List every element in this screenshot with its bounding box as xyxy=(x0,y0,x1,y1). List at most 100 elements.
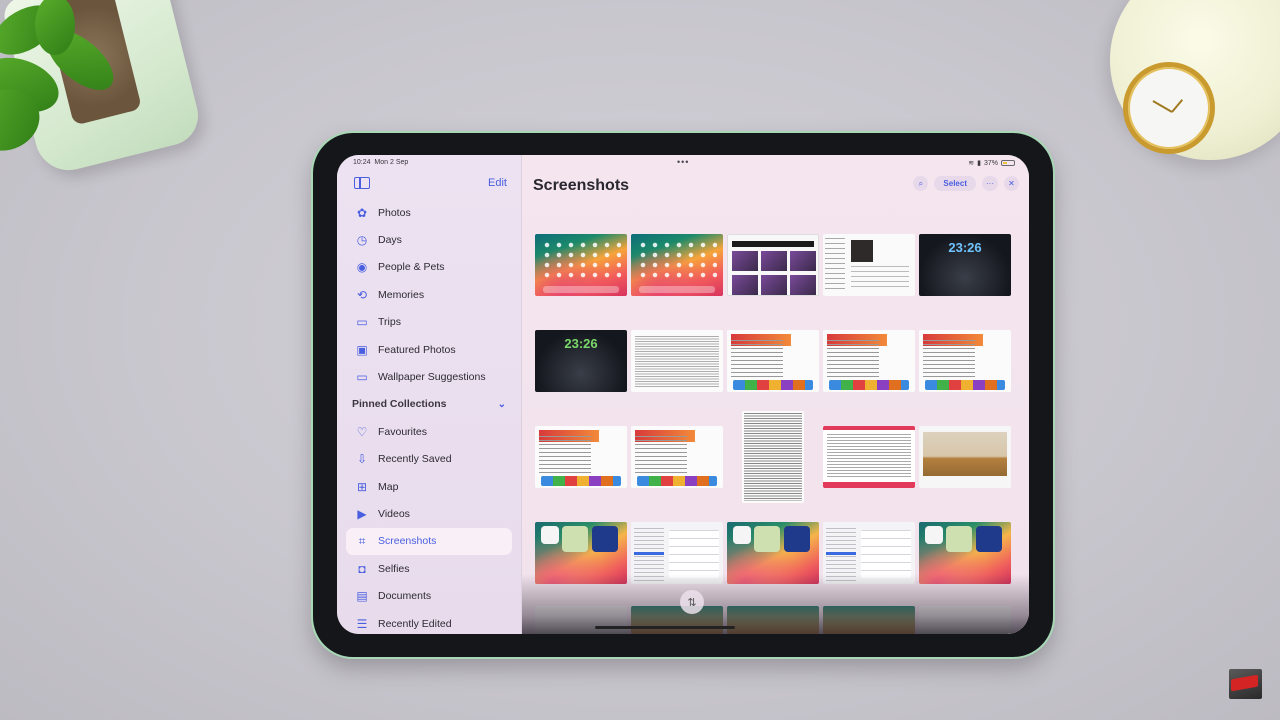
dock xyxy=(543,286,619,293)
channel-logo xyxy=(1229,669,1262,699)
sidebar-item-label: Photos xyxy=(378,206,411,219)
page-title: Screenshots xyxy=(533,177,630,194)
home-indicator[interactable] xyxy=(595,626,735,629)
photo-icon: ▣ xyxy=(356,342,368,357)
screenshot-thumbnail[interactable]: 23:26 xyxy=(919,234,1011,296)
sidebar-item-trips[interactable]: ▭ Trips xyxy=(346,309,512,336)
selfie-person-icon: ◘ xyxy=(358,561,366,576)
succulent-plant-decoration xyxy=(0,0,210,190)
close-icon: ✕ xyxy=(1008,179,1015,188)
suitcase-icon: ▭ xyxy=(356,315,368,330)
thumbnail-cell xyxy=(823,313,915,409)
toolbar: ⌕ Select ··· ✕ xyxy=(913,176,1019,191)
sidebar: Edit ✿ Photos ◷ Days ◉ People & Pets ⟲ Memories… xyxy=(337,155,522,634)
sidebar-item-label: Trips xyxy=(378,316,401,329)
sidebar-nav: ✿ Photos ◷ Days ◉ People & Pets ⟲ Memories ▭ Trip… xyxy=(346,199,512,634)
sidebar-item-memories[interactable]: ⟲ Memories xyxy=(346,281,512,308)
status-bar-time: 10:24 Mon 2 Sep xyxy=(353,159,408,166)
sidebar-item-favourites[interactable]: ♡ Favourites xyxy=(346,418,512,445)
screenshot-thumbnail[interactable] xyxy=(742,411,804,503)
sort-button[interactable]: ⇅ xyxy=(680,590,704,614)
thumbnail-cell xyxy=(919,409,1011,505)
section-header-label: Pinned Collections xyxy=(352,398,447,411)
more-button[interactable]: ··· xyxy=(982,176,998,191)
sidebar-toggle-icon[interactable] xyxy=(354,177,370,189)
sidebar-item-label: Screenshots xyxy=(378,535,437,548)
screenshots-collection: Screenshots ⌕ Select ··· ✕ 23:26 23:26 ⇅ xyxy=(522,155,1029,634)
screenshot-thumbnail[interactable] xyxy=(727,330,819,392)
bottom-fade xyxy=(522,574,1029,634)
close-button[interactable]: ✕ xyxy=(1004,176,1019,191)
dock xyxy=(639,286,715,293)
sidebar-item-photos[interactable]: ✿ Photos xyxy=(346,199,512,226)
person-circle-icon: ◉ xyxy=(356,260,368,275)
thumbnail-cell xyxy=(823,409,915,505)
signal-icon: ▮ xyxy=(977,160,981,167)
sidebar-item-featured-photos[interactable]: ▣ Featured Photos xyxy=(346,336,512,363)
heart-icon: ♡ xyxy=(356,424,368,439)
app-icons xyxy=(541,240,621,280)
battery-percent: 37% xyxy=(983,159,998,167)
multitasking-menu-icon[interactable]: ••• xyxy=(677,157,689,167)
select-button[interactable]: Select xyxy=(934,176,976,191)
memories-play-icon: ⟲ xyxy=(356,287,368,302)
sidebar-item-label: Recently Saved xyxy=(378,453,452,466)
sidebar-item-label: Featured Photos xyxy=(378,343,456,356)
chevron-down-icon[interactable]: ⌄ xyxy=(498,399,506,410)
display-icon: ▭ xyxy=(356,370,368,385)
thumbnail-cell xyxy=(727,217,819,313)
time-text: 10:24 xyxy=(353,159,371,166)
sidebar-item-label: People & Pets xyxy=(378,261,445,274)
sidebar-item-map[interactable]: ⊞ Map xyxy=(346,473,512,500)
screenshot-thumbnail[interactable] xyxy=(823,234,915,296)
pinned-collections-header[interactable]: Pinned Collections ⌄ xyxy=(346,391,512,418)
thumbnail-cell xyxy=(727,313,819,409)
document-icon: ▤ xyxy=(356,589,368,604)
ipad-device: 10:24 Mon 2 Sep ••• ≋ ▮ 37% Edit ✿ Photos… xyxy=(313,133,1053,657)
thumbnail-clock-text: 23:26 xyxy=(948,240,982,255)
screenshot-thumbnail[interactable] xyxy=(535,234,627,296)
sidebar-item-screenshots[interactable]: ⌗ Screenshots xyxy=(346,527,512,556)
thumbnail-cell xyxy=(727,409,819,505)
screenshot-thumbnail[interactable]: 23:26 xyxy=(535,330,627,392)
thumbnail-cell xyxy=(631,409,723,505)
screenshot-thumbnail[interactable] xyxy=(823,426,915,488)
search-button[interactable]: ⌕ xyxy=(913,176,929,191)
thumbnail-cell xyxy=(631,313,723,409)
screenshot-thumbnail[interactable] xyxy=(631,426,723,488)
sidebar-item-days[interactable]: ◷ Days xyxy=(346,226,512,253)
sidebar-item-wallpaper-suggestions[interactable]: ▭ Wallpaper Suggestions xyxy=(346,363,512,390)
red-key-icon xyxy=(1231,674,1258,692)
screenshot-thumbnail[interactable] xyxy=(727,234,819,296)
sidebar-item-label: Wallpaper Suggestions xyxy=(378,371,486,384)
sidebar-item-recently-edited[interactable]: ☰ Recently Edited xyxy=(346,610,512,634)
thumbnail-cell: 23:26 xyxy=(535,313,627,409)
clock-face xyxy=(1123,62,1215,154)
screenshot-thumbnail[interactable] xyxy=(631,234,723,296)
screenshot-thumbnail[interactable] xyxy=(919,426,1011,488)
screenshot-camera-icon: ⌗ xyxy=(358,533,366,548)
photos-flower-icon: ✿ xyxy=(356,205,368,220)
screenshot-thumbnail[interactable] xyxy=(823,330,915,392)
sidebar-item-label: Favourites xyxy=(378,425,428,438)
sidebar-item-label: Recently Edited xyxy=(378,617,452,630)
screenshot-thumbnail[interactable] xyxy=(631,330,723,392)
sidebar-item-people-pets[interactable]: ◉ People & Pets xyxy=(346,254,512,281)
thumbnail-clock-text: 23:26 xyxy=(564,336,598,351)
battery-icon xyxy=(1001,160,1015,166)
sidebar-item-label: Selfies xyxy=(378,562,410,575)
edit-button[interactable]: Edit xyxy=(488,177,507,189)
screenshot-thumbnail[interactable] xyxy=(919,330,1011,392)
sidebar-item-recently-saved[interactable]: ⇩ Recently Saved xyxy=(346,446,512,473)
sidebar-item-label: Days xyxy=(378,234,402,247)
ellipsis-icon: ··· xyxy=(986,179,994,188)
sidebar-item-documents[interactable]: ▤ Documents xyxy=(346,582,512,609)
sidebar-item-label: Map xyxy=(378,480,399,493)
sidebar-item-videos[interactable]: ▶ Videos xyxy=(346,500,512,527)
sidebar-item-label: Documents xyxy=(378,590,432,603)
sidebar-item-selfies[interactable]: ◘ Selfies xyxy=(346,555,512,582)
screenshot-thumbnail[interactable] xyxy=(535,426,627,488)
video-camera-icon: ▶ xyxy=(357,506,367,521)
sidebar-item-label: Videos xyxy=(378,507,410,520)
thumbnail-cell: 23:26 xyxy=(919,217,1011,313)
